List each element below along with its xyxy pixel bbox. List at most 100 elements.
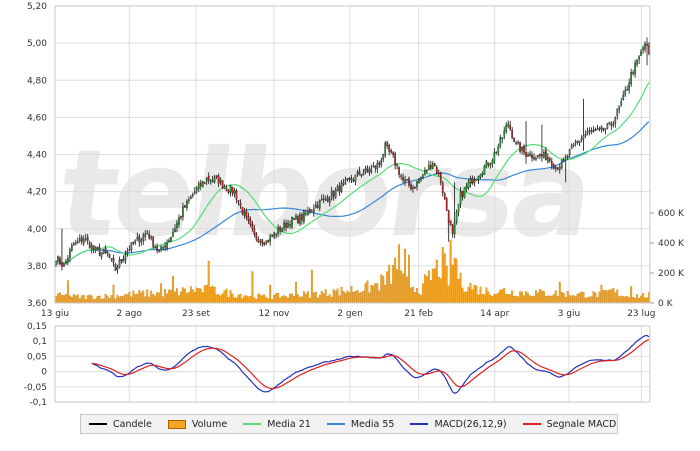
volume-bar: [598, 291, 601, 303]
candle-body: [100, 252, 103, 257]
candle-body: [241, 206, 244, 215]
candle-body: [572, 143, 575, 146]
volume-bar: [368, 292, 371, 303]
volume-bar: [632, 297, 635, 303]
candle-body: [459, 191, 462, 204]
candle-body: [80, 236, 83, 242]
volume-bar: [461, 287, 464, 303]
macd-tick-label: -0,05: [24, 383, 47, 393]
volume-bar: [443, 253, 446, 303]
price-tick-label: 4,60: [27, 113, 47, 123]
candle-body: [271, 234, 274, 237]
candle-body: [441, 182, 444, 193]
candle-body: [78, 238, 81, 242]
volume-bar: [400, 270, 403, 303]
volume-bar: [582, 292, 585, 303]
candle-body: [562, 159, 565, 161]
candle-body: [205, 177, 208, 182]
candle-body: [247, 216, 250, 221]
volume-bar: [227, 297, 230, 303]
candle-body: [457, 203, 460, 213]
candle-body: [634, 62, 636, 75]
volume-bar: [336, 288, 339, 303]
volume-bar: [189, 286, 192, 303]
candle-body: [59, 257, 61, 265]
candle-body: [479, 174, 482, 178]
candle-body: [602, 127, 605, 131]
volume-bar: [235, 297, 238, 303]
volume-bar: [215, 294, 218, 303]
candle-body: [362, 173, 365, 176]
volume-bar: [435, 259, 438, 303]
volume-bar: [556, 295, 559, 303]
candle-body: [263, 242, 266, 246]
candle-body: [281, 228, 283, 232]
volume-bar: [576, 293, 579, 303]
candle-body: [618, 105, 621, 110]
volume-bar: [271, 299, 274, 303]
candle-body: [65, 260, 67, 265]
candle-body: [626, 89, 629, 91]
candle-body: [207, 176, 210, 181]
volume-bar: [279, 297, 282, 303]
volume-bar: [513, 296, 516, 303]
candle-body: [560, 159, 563, 169]
candle-body: [426, 169, 428, 172]
candle-body: [564, 156, 567, 159]
candle-body: [82, 238, 85, 244]
volume-bar: [152, 294, 155, 303]
candle-body: [295, 215, 297, 220]
volume-bar: [519, 291, 522, 303]
volume-bar: [283, 295, 286, 303]
candle-body: [211, 180, 214, 183]
candle-body: [509, 125, 512, 130]
macd-tick-label: 0,1: [33, 337, 47, 347]
volume-bar: [469, 282, 472, 303]
candle-body: [307, 210, 309, 216]
volume-bar: [348, 292, 351, 303]
candle-body: [592, 129, 595, 132]
volume-bar: [138, 290, 141, 303]
price-tick-label: 3,80: [27, 262, 47, 272]
volume-bar: [116, 294, 119, 303]
volume-bar: [620, 295, 623, 303]
candle-body: [598, 128, 601, 130]
volume-bar: [257, 293, 260, 303]
candle-body: [505, 125, 508, 132]
candle-body: [255, 233, 258, 240]
volume-bar: [80, 295, 83, 303]
volume-bar: [616, 289, 619, 303]
volume-bar: [568, 295, 571, 303]
candle-body: [608, 121, 611, 124]
candle-body: [390, 150, 393, 153]
volume-bar: [154, 295, 157, 303]
candle-body: [594, 129, 597, 131]
volume-bar: [287, 297, 289, 303]
candle-body: [642, 47, 644, 51]
volume-bar: [535, 290, 537, 303]
candle-body: [463, 187, 466, 198]
volume-bar: [253, 297, 256, 303]
candle-body: [338, 185, 341, 193]
candle-body: [114, 264, 117, 271]
volume-bar: [118, 296, 121, 303]
volume-bar: [342, 291, 345, 303]
volume-bar: [78, 298, 81, 303]
volume-bar: [205, 285, 208, 303]
candle-body: [636, 59, 638, 65]
volume-bar: [481, 294, 484, 303]
volume-bar: [580, 291, 583, 303]
candle-body: [515, 142, 517, 144]
candle-body: [203, 182, 206, 184]
candle-body: [269, 235, 272, 242]
volume-bar: [354, 290, 357, 303]
legend-label: Segnale MACD: [546, 418, 617, 430]
candle-body: [477, 176, 480, 180]
legend-item: Media 55: [326, 419, 394, 430]
candle-body: [465, 185, 468, 189]
macd-tick-label: 0,05: [27, 352, 47, 362]
volume-bar: [176, 288, 178, 303]
candle-body: [491, 160, 494, 165]
volume-bar: [562, 293, 565, 303]
volume-bar: [324, 289, 327, 303]
